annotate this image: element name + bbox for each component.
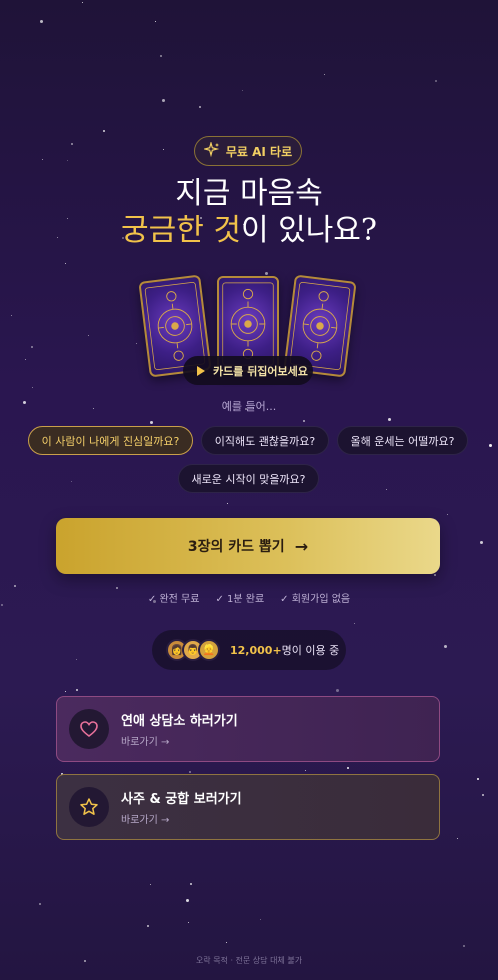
benefit-checklist: ✓ 완전 무료 ✓ 1분 완료 ✓ 회원가입 없음	[0, 590, 498, 605]
headline-line-2: 궁금한 것이 있나요?	[0, 211, 498, 251]
flip-cards-button[interactable]: 카드를 뒤집어보세요	[183, 356, 313, 385]
user-count: 12,000+	[230, 644, 282, 657]
star-icon	[69, 787, 109, 827]
star-dot	[76, 659, 77, 660]
star-dot	[482, 794, 484, 796]
love-consult-link[interactable]: 연애 상담소 하러가기 바로가기 →	[56, 696, 440, 762]
headline-line-1: 지금 마음속	[175, 176, 323, 211]
star-dot	[71, 143, 73, 145]
star-dot	[88, 335, 89, 336]
link-title: 연애 상담소 하러가기	[121, 714, 238, 729]
user-count-badge: 👩 👨 👱 12,000+명이 이용 중	[152, 630, 346, 670]
heart-icon	[69, 709, 109, 749]
star-dot	[40, 20, 43, 23]
star-dot	[150, 884, 151, 885]
star-dot	[116, 587, 118, 589]
star-dot	[260, 919, 261, 920]
star-dot	[25, 359, 26, 360]
star-dot	[477, 778, 479, 780]
star-dot	[39, 903, 41, 905]
star-dot	[186, 899, 189, 902]
link-sub: 바로가기 →	[121, 815, 170, 826]
star-dot	[163, 149, 164, 150]
draw-three-cards-button[interactable]: 3장의 카드 뽑기 →	[56, 518, 440, 574]
star-dot	[189, 771, 191, 773]
star-dot	[199, 106, 201, 108]
star-dot	[188, 922, 189, 923]
star-dot	[303, 420, 305, 422]
star-dot	[82, 2, 83, 3]
cta-label: 3장의 카드 뽑기	[187, 539, 285, 555]
star-dot	[347, 767, 349, 769]
star-dot	[434, 574, 436, 576]
headline-highlight: 궁금한 것	[121, 213, 241, 248]
star-dot	[150, 421, 153, 424]
example-chip[interactable]: 올해 운세는 어떨까요?	[337, 426, 468, 455]
star-dot	[444, 645, 447, 648]
headline-rest: 이 있나요?	[240, 213, 377, 248]
star-dot	[32, 387, 33, 388]
star-dot	[386, 489, 387, 490]
link-sub: 바로가기 →	[121, 737, 170, 748]
star-dot	[67, 160, 68, 161]
benefit-item: ✓ 회원가입 없음	[280, 594, 351, 605]
example-chip[interactable]: 이직해도 괜찮을까요?	[201, 426, 329, 455]
play-icon	[197, 365, 205, 376]
badge-label: 무료 AI 타로	[225, 144, 293, 159]
benefit-item: ✓ 완전 무료	[147, 594, 200, 605]
flip-cards-label: 카드를 뒤집어보세요	[213, 364, 308, 378]
arrow-right-icon: →	[294, 536, 309, 556]
star-dot	[42, 159, 43, 160]
star-dot	[305, 770, 306, 771]
star-dot	[103, 130, 105, 132]
free-ai-tarot-badge: 무료 AI 타로	[194, 136, 302, 166]
star-dot	[354, 623, 355, 624]
star-dot	[190, 883, 192, 885]
saju-compat-link[interactable]: 사주 & 궁합 보러가기 바로가기 →	[56, 774, 440, 840]
star-dot	[65, 263, 66, 264]
star-dot	[447, 514, 448, 515]
star-dot	[147, 925, 149, 927]
star-dot	[336, 689, 339, 692]
star-dot	[226, 942, 227, 943]
star-dot	[162, 99, 165, 102]
star-dot	[65, 691, 66, 692]
star-dot	[489, 444, 492, 447]
user-count-text: 명이 이용 중	[281, 644, 340, 657]
example-chip[interactable]: 새로운 시작이 맞을까요?	[178, 464, 319, 493]
link-title: 사주 & 궁합 보러가기	[121, 792, 242, 807]
star-dot	[435, 80, 437, 82]
star-dot	[457, 838, 458, 839]
star-dot	[388, 418, 391, 421]
star-dot	[160, 55, 162, 57]
star-dot	[227, 503, 228, 504]
star-dot	[71, 481, 72, 482]
disclaimer-footer: 오락 목적 · 전문 상담 대체 불가	[195, 956, 303, 965]
sparkle-icon	[202, 140, 220, 161]
star-dot	[480, 541, 483, 544]
benefit-item: ✓ 1분 완료	[215, 594, 265, 605]
star-dot	[136, 343, 137, 344]
examples-label: 예를 들어...	[221, 400, 277, 413]
star-dot	[463, 945, 465, 947]
star-dot	[242, 90, 243, 91]
example-chip[interactable]: 이 사람이 나에게 진심일까요?	[28, 426, 193, 455]
star-dot	[155, 21, 156, 22]
star-dot	[14, 585, 16, 587]
star-dot	[11, 315, 12, 316]
avatar: 👱	[198, 639, 220, 661]
avatar-group: 👩 👨 👱	[166, 639, 220, 661]
star-dot	[324, 74, 325, 75]
star-dot	[76, 689, 78, 691]
star-dot	[31, 346, 33, 348]
